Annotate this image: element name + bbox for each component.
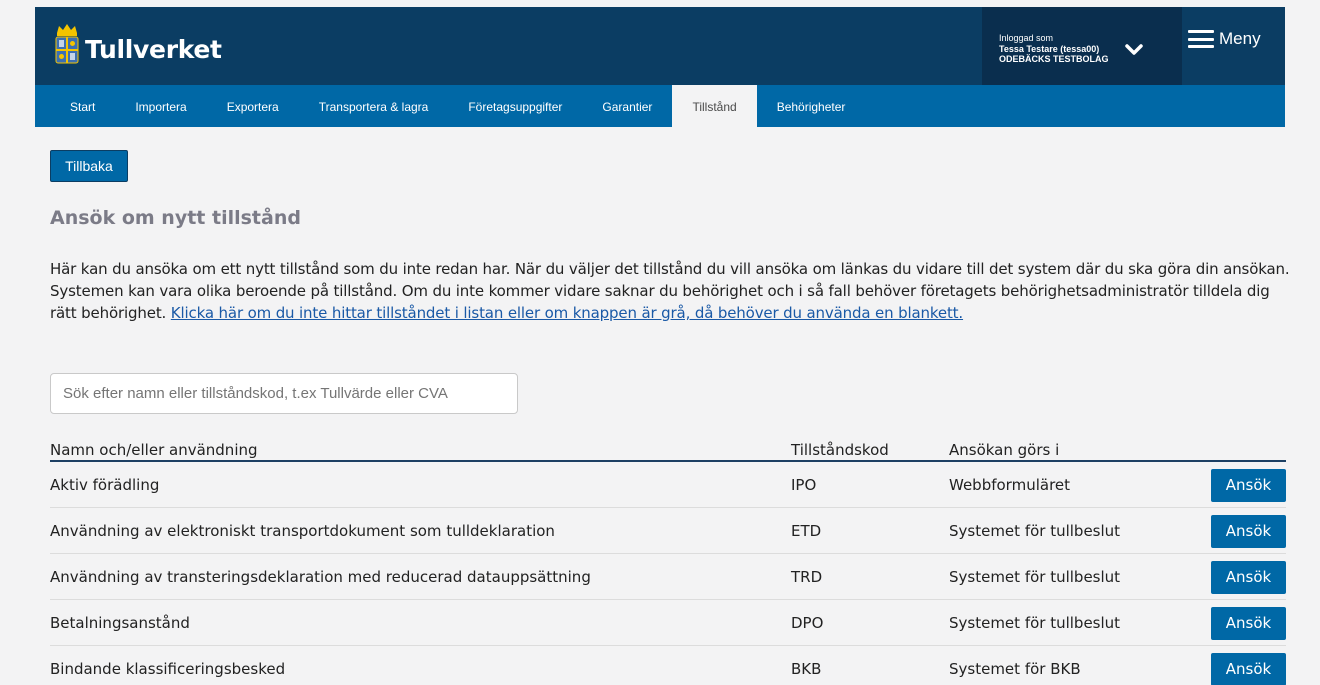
apply-button[interactable]: Ansök: [1211, 607, 1286, 640]
permit-system: Systemet för tullbeslut: [949, 568, 1121, 586]
logged-in-label: Inloggad som: [999, 33, 1054, 43]
tullverket-crest-icon: [51, 23, 83, 67]
permit-name: Användning av elektroniskt transportdoku…: [50, 522, 555, 540]
permit-code: ETD: [791, 522, 822, 540]
page-title: Ansök om nytt tillstånd: [50, 207, 301, 229]
user-organization: ODEBÄCKS TESTBOLAG: [999, 54, 1109, 64]
nav-item-start[interactable]: Start: [35, 85, 115, 127]
tullverket-logo[interactable]: Tullverket: [51, 19, 222, 71]
permit-code: IPO: [791, 476, 817, 494]
user-name: Tessa Testare (tessa00): [999, 44, 1100, 54]
site-header: Tullverket Inloggad som Tessa Testare (t…: [35, 7, 1285, 85]
logo-text: Tullverket: [85, 34, 222, 64]
permit-name: Användning av transteringsdeklaration me…: [50, 568, 591, 586]
table-header: Namn och/eller användning Tillståndskod …: [50, 440, 1286, 462]
blankett-link[interactable]: Klicka här om du inte hittar tillståndet…: [171, 304, 963, 322]
nav-item-foretagsuppgifter[interactable]: Företagsuppgifter: [448, 85, 582, 127]
menu-button[interactable]: Meny: [1188, 29, 1261, 49]
table-row: Användning av elektroniskt transportdoku…: [50, 508, 1286, 554]
nav-item-transportera[interactable]: Transportera & lagra: [299, 85, 449, 127]
nav-item-tillstand[interactable]: Tillstånd: [672, 85, 757, 127]
apply-button[interactable]: Ansök: [1211, 515, 1286, 548]
user-account-menu[interactable]: Inloggad som Tessa Testare (tessa00) ODE…: [982, 7, 1182, 85]
search-input[interactable]: [50, 373, 518, 414]
intro-text: Här kan du ansöka om ett nytt tillstånd …: [50, 258, 1290, 324]
header-name: Namn och/eller användning: [50, 441, 258, 459]
permit-code: DPO: [791, 614, 824, 632]
menu-label: Meny: [1219, 29, 1261, 48]
permit-system: Systemet för tullbeslut: [949, 614, 1121, 632]
apply-button[interactable]: Ansök: [1211, 469, 1286, 502]
nav-item-importera[interactable]: Importera: [115, 85, 206, 127]
table-row: Aktiv förädling IPO Webbformuläret Ansök: [50, 462, 1286, 508]
permit-system: Webbformuläret: [949, 476, 1071, 494]
nav-item-garantier[interactable]: Garantier: [582, 85, 672, 127]
table-row: Betalningsanstånd DPO Systemet för tullb…: [50, 600, 1286, 646]
chevron-down-icon[interactable]: [1125, 43, 1143, 57]
table-row: Bindande klassificeringsbesked BKB Syste…: [50, 646, 1286, 685]
permits-table: Namn och/eller användning Tillståndskod …: [50, 440, 1286, 685]
hamburger-menu-icon: [1188, 30, 1214, 48]
permit-code: BKB: [791, 660, 822, 678]
nav-item-behorigheter[interactable]: Behörigheter: [757, 85, 866, 127]
permit-name: Aktiv förädling: [50, 476, 160, 494]
apply-button[interactable]: Ansök: [1211, 561, 1286, 594]
back-button[interactable]: Tillbaka: [50, 150, 128, 182]
header-system: Ansökan görs i: [949, 441, 1060, 459]
permit-name: Betalningsanstånd: [50, 614, 190, 632]
header-code: Tillståndskod: [791, 441, 889, 459]
apply-button[interactable]: Ansök: [1211, 653, 1286, 685]
permit-code: TRD: [791, 568, 823, 586]
permit-name: Bindande klassificeringsbesked: [50, 660, 286, 678]
main-navigation: Start Importera Exportera Transportera &…: [35, 85, 1285, 127]
nav-item-exportera[interactable]: Exportera: [207, 85, 299, 127]
permit-system: Systemet för tullbeslut: [949, 522, 1121, 540]
table-row: Användning av transteringsdeklaration me…: [50, 554, 1286, 600]
permit-system: Systemet för BKB: [949, 660, 1081, 678]
